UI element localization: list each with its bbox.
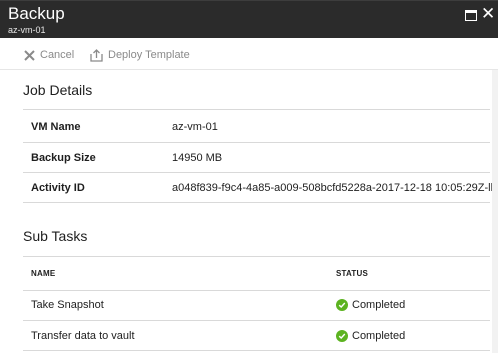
status-text: Completed [352, 330, 406, 342]
deploy-template-icon [90, 48, 103, 62]
task-status: Completed [336, 299, 405, 311]
vm-name-value: az-vm-01 [172, 121, 218, 133]
cancel-button[interactable]: Cancel [24, 48, 74, 62]
close-icon[interactable]: ✕ [481, 4, 495, 24]
x-icon [24, 49, 35, 61]
divider [23, 320, 490, 321]
divider [23, 256, 490, 257]
divider [23, 350, 490, 351]
task-name[interactable]: Transfer data to vault [31, 330, 135, 342]
maximize-icon[interactable] [465, 10, 477, 21]
status-text: Completed [352, 299, 406, 311]
command-bar: Cancel Deploy Template [0, 38, 498, 70]
blade-subtitle: az-vm-01 [8, 25, 46, 35]
deploy-template-button[interactable]: Deploy Template [90, 48, 190, 62]
divider [23, 202, 490, 203]
sub-tasks-heading: Sub Tasks [23, 228, 88, 244]
task-name[interactable]: Take Snapshot [31, 299, 104, 311]
checkmark-icon [336, 330, 348, 342]
column-header-name[interactable]: NAME [31, 269, 55, 278]
blade-header: Backup az-vm-01 ✕ [0, 0, 498, 38]
divider [23, 172, 490, 173]
checkmark-icon [336, 299, 348, 311]
vm-name-label: VM Name [31, 121, 81, 133]
scrollbar[interactable] [492, 70, 498, 353]
divider [23, 290, 490, 291]
deploy-template-label: Deploy Template [108, 49, 190, 61]
task-status: Completed [336, 330, 405, 342]
divider [23, 109, 490, 110]
cancel-label: Cancel [40, 49, 75, 61]
column-header-status[interactable]: STATUS [336, 269, 368, 278]
divider [23, 142, 490, 143]
activity-id-label: Activity ID [31, 182, 85, 194]
blade-title: Backup [8, 4, 65, 23]
job-details-heading: Job Details [23, 82, 93, 98]
backup-size-label: Backup Size [31, 152, 96, 164]
backup-size-value: 14950 MB [172, 152, 223, 164]
activity-id-value: a048f839-f9c4-4a85-a009-508bcfd5228a-201… [172, 182, 498, 194]
header-top-border [0, 0, 498, 1]
